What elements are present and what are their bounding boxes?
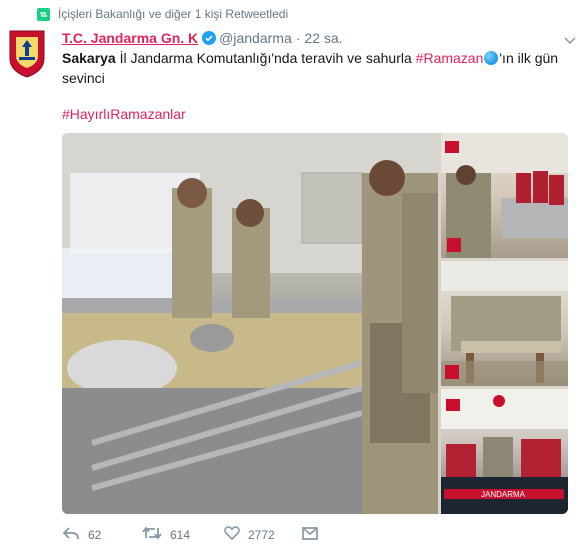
retweet-button[interactable]: 614 [142,526,224,543]
avatar[interactable] [8,29,46,79]
retweet-action-icon [142,526,162,543]
photo-main[interactable] [62,133,438,514]
tweet-text-part1: İl Jandarma Komutanlığı'nda teravih ve s… [115,50,416,66]
tweet-timestamp[interactable]: 22 sa. [304,30,342,46]
tweet-header: T.C. Jandarma Gn. K @jandarma · 22 sa. [62,30,343,46]
tweet-location: Sakarya [62,50,116,66]
photo-dining-hall[interactable] [441,261,568,386]
media-grid: JANDARMA [62,133,568,514]
hashtag-ramazan[interactable]: #Ramazan [416,50,484,66]
verified-icon [202,31,217,45]
retweet-icon [37,7,50,21]
retweet-context-text: İçişleri Bakanlığı ve diğer 1 kişi Retwe… [58,7,289,21]
retweet-count: 614 [170,527,191,542]
reply-button[interactable]: 62 [62,526,142,543]
like-button[interactable]: 2772 [224,526,302,543]
chevron-down-icon[interactable] [564,32,576,45]
direct-message-button[interactable] [302,526,318,543]
ramazan-emoji-icon [484,51,499,65]
photo-iftar-table[interactable]: JANDARMA [441,389,568,514]
reply-count: 62 [88,527,102,542]
action-bar: 62 614 2772 [62,526,318,543]
jandarma-back-text: JANDARMA [481,490,526,499]
reply-icon [62,526,80,543]
like-count: 2772 [248,527,275,542]
photo-serving-line[interactable] [441,133,568,258]
retweet-context[interactable]: İçişleri Bakanlığı ve diğer 1 kişi Retwe… [37,6,288,22]
envelope-icon [302,526,318,543]
author-name[interactable]: T.C. Jandarma Gn. K [62,30,198,46]
header-separator: · [295,30,301,46]
hashtag-hayirli-ramazanlar[interactable]: #HayırlıRamazanlar [62,106,186,122]
author-handle[interactable]: @jandarma [219,30,292,46]
tweet-text: Sakarya İl Jandarma Komutanlığı'nda tera… [62,48,572,88]
heart-icon [224,526,240,543]
